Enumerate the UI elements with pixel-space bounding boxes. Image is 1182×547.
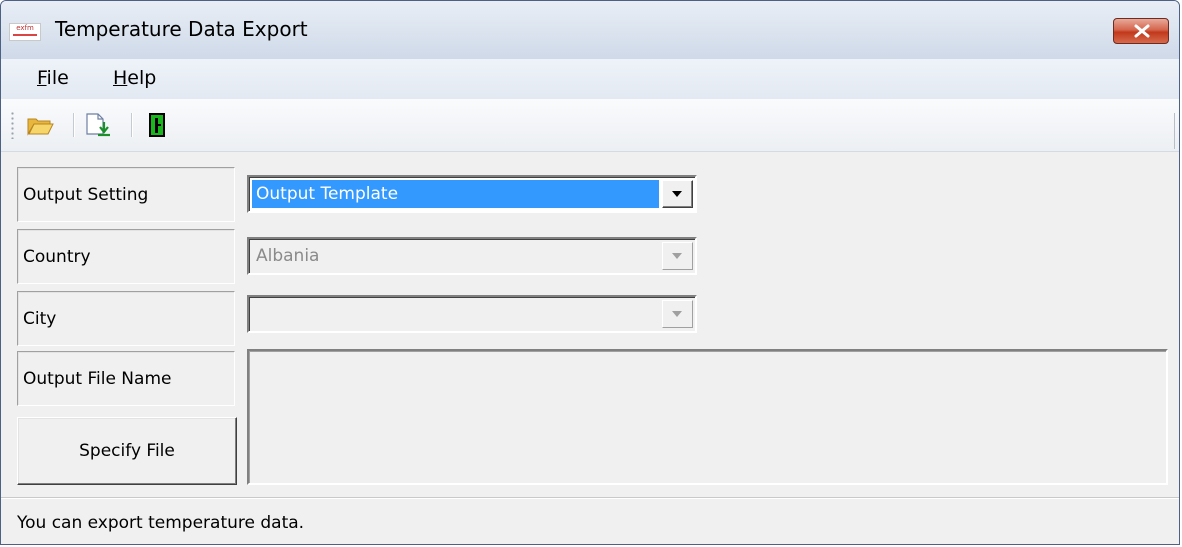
open-button[interactable] bbox=[25, 111, 55, 139]
close-button[interactable] bbox=[1113, 18, 1169, 44]
toolbar-separator bbox=[73, 113, 74, 137]
toolbar-separator bbox=[131, 113, 132, 137]
city-dropdown-button[interactable] bbox=[662, 300, 693, 328]
city-value bbox=[252, 300, 659, 328]
city-label: City bbox=[17, 291, 235, 346]
chevron-down-icon bbox=[672, 191, 682, 197]
output-setting-dropdown[interactable]: Output Template bbox=[247, 175, 697, 213]
output-setting-label: Output Setting bbox=[17, 167, 235, 222]
country-label: Country bbox=[17, 229, 235, 284]
exit-door-icon bbox=[149, 113, 165, 137]
output-setting-value: Output Template bbox=[252, 180, 659, 208]
export-button[interactable] bbox=[83, 111, 113, 139]
chevron-down-icon bbox=[672, 253, 682, 259]
country-dropdown-button[interactable] bbox=[662, 242, 693, 270]
exit-button[interactable] bbox=[143, 111, 173, 139]
country-dropdown[interactable]: Albania bbox=[247, 237, 697, 275]
export-document-icon bbox=[86, 113, 110, 137]
menu-file[interactable]: File bbox=[37, 67, 69, 89]
output-file-name-label: Output File Name bbox=[17, 351, 235, 406]
output-setting-dropdown-button[interactable] bbox=[662, 180, 693, 208]
status-text: You can export temperature data. bbox=[17, 513, 305, 533]
country-value: Albania bbox=[256, 246, 320, 266]
toolbar bbox=[1, 99, 1179, 152]
menu-bar: File Help bbox=[1, 59, 1179, 99]
menu-help[interactable]: Help bbox=[113, 67, 156, 89]
specify-file-button[interactable]: Specify File bbox=[17, 417, 237, 485]
chevron-down-icon bbox=[672, 311, 682, 317]
app-window: exfm Temperature Data Export File Help O… bbox=[0, 0, 1180, 545]
title-bar[interactable]: exfm Temperature Data Export bbox=[1, 1, 1179, 59]
app-logo-text: exfm bbox=[16, 24, 34, 32]
city-dropdown[interactable] bbox=[247, 295, 697, 333]
status-bar-divider bbox=[1, 497, 1179, 498]
close-icon bbox=[1134, 24, 1150, 38]
open-folder-icon bbox=[27, 118, 54, 136]
app-logo-icon: exfm bbox=[9, 23, 41, 41]
toolbar-grip[interactable] bbox=[11, 111, 14, 139]
toolbar-edge bbox=[1174, 113, 1175, 149]
window-title: Temperature Data Export bbox=[55, 17, 308, 41]
output-file-name-field[interactable] bbox=[247, 349, 1168, 485]
